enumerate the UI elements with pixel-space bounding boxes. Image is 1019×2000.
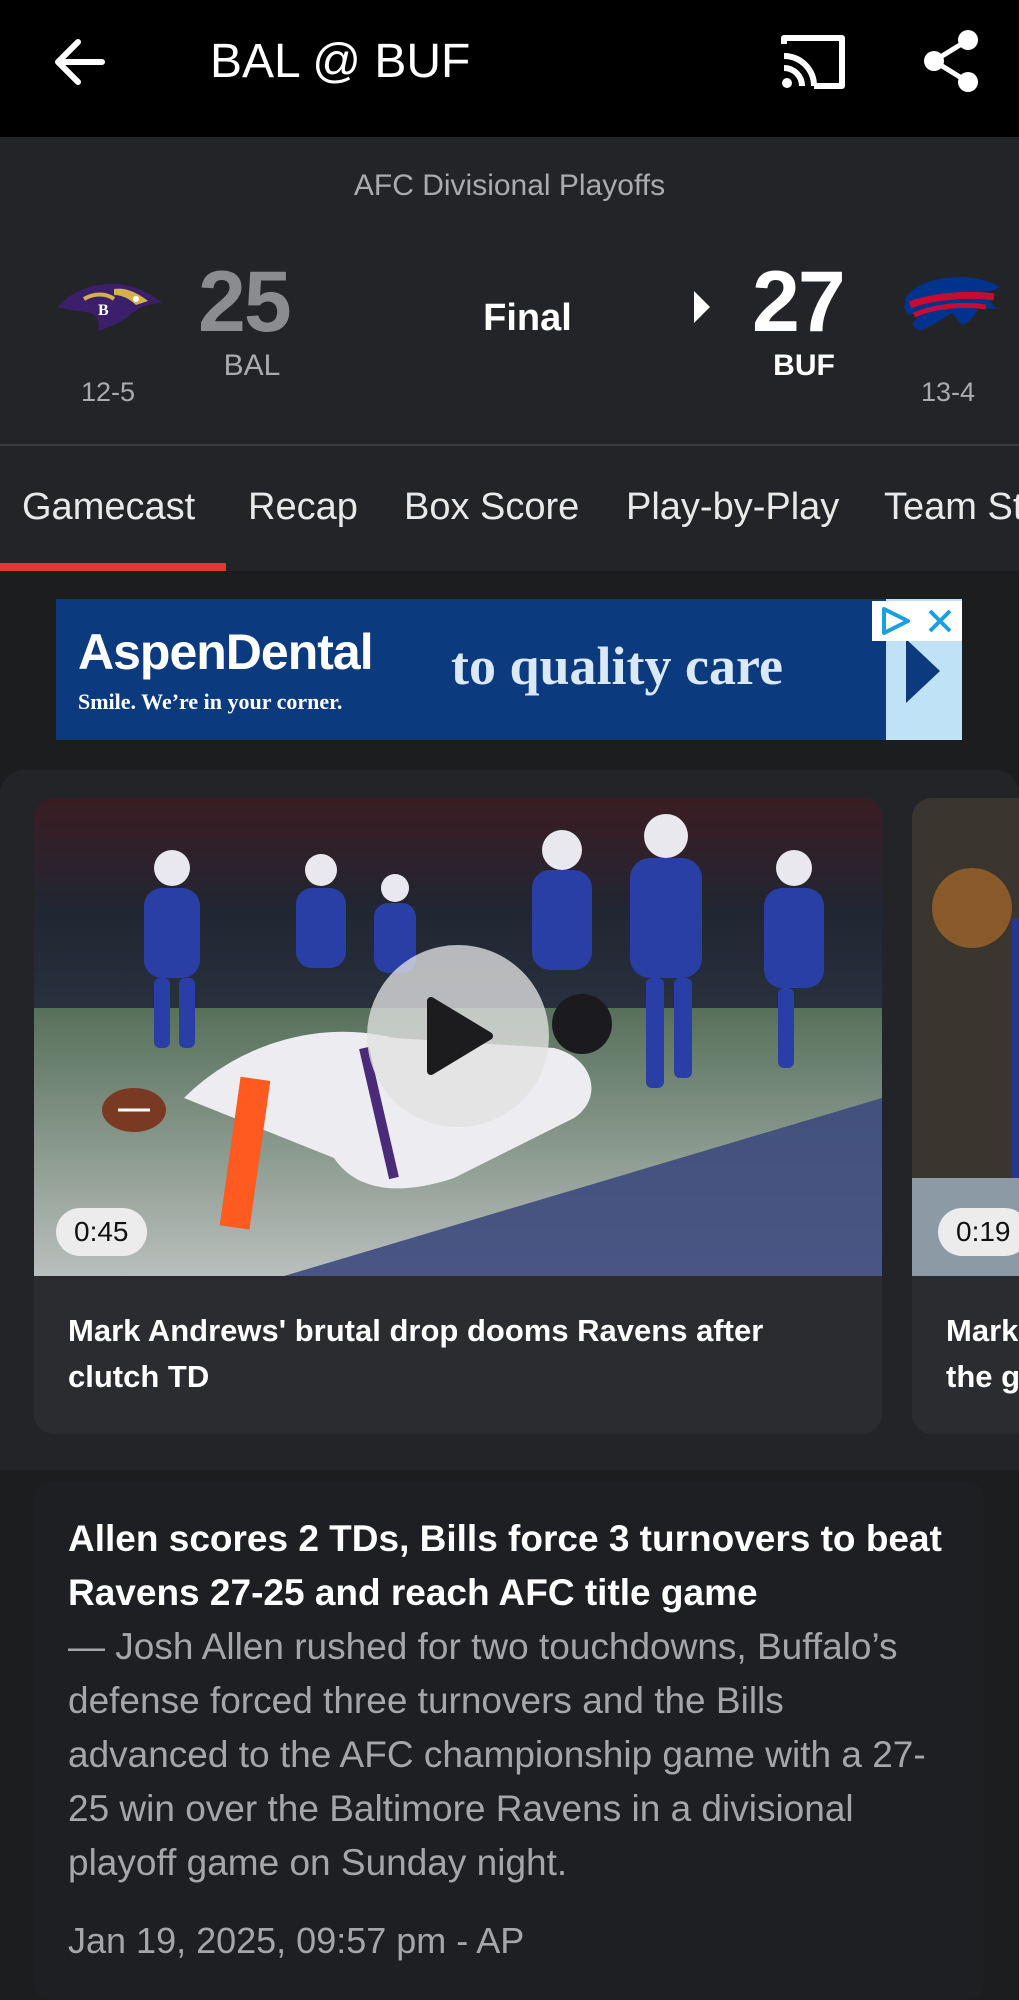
bills-logo[interactable] — [896, 269, 1004, 341]
tab-recap[interactable]: Recap — [248, 486, 358, 529]
tab-team-stats[interactable]: Team St — [884, 486, 1019, 529]
video-duration: 0:45 — [56, 1208, 147, 1256]
video-title-line: the g — [946, 1359, 1019, 1394]
ravens-logo[interactable]: B — [54, 277, 166, 337]
article-timestamp: Jan 19, 2025, 09:57 pm - AP — [68, 1920, 525, 1961]
away-abbr: BAL — [223, 349, 281, 382]
round-label: AFC Divisional Playoffs — [353, 169, 666, 202]
game-status: Final — [483, 297, 572, 339]
share-button[interactable] — [922, 28, 982, 94]
video-card[interactable]: 0:19 Mark the g — [912, 798, 1019, 1434]
recap-article[interactable]: Allen scores 2 TDs, Bills force 3 turnov… — [34, 1482, 984, 2000]
svg-text:B: B — [98, 302, 109, 319]
tab-gamecast[interactable]: Gamecast — [22, 486, 195, 529]
game-tabs: Gamecast Recap Box Score Play-by-Play Te… — [0, 446, 1019, 571]
top-app-bar: BAL @ BUF — [0, 0, 1019, 137]
tab-box-score[interactable]: Box Score — [404, 486, 579, 529]
page-title: BAL @ BUF — [210, 35, 471, 88]
scoreboard: AFC Divisional Playoffs B 25 BAL 12-5 Fi… — [0, 137, 1019, 446]
ad-brand: AspenDental — [78, 624, 374, 680]
video-title-line: Mark — [946, 1313, 1019, 1348]
play-button[interactable] — [367, 945, 549, 1127]
video-thumbnail[interactable] — [912, 798, 1019, 1276]
home-score: 27 — [752, 254, 846, 350]
cast-icon — [781, 35, 845, 89]
away-record: 12-5 — [80, 377, 136, 407]
away-score: 25 — [198, 254, 292, 350]
cast-button[interactable] — [778, 30, 848, 94]
winner-arrow-icon — [694, 291, 710, 323]
home-abbr: BUF — [773, 349, 835, 382]
tab-play-by-play[interactable]: Play-by-Play — [626, 486, 839, 529]
active-tab-indicator — [0, 563, 226, 571]
article-headline[interactable]: Allen scores 2 TDs, Bills force 3 turnov… — [68, 1512, 968, 1620]
play-icon — [427, 997, 493, 1075]
video-title[interactable]: Mark the g — [946, 1308, 1019, 1400]
ad-choices[interactable] — [872, 601, 962, 641]
arrow-left-icon — [55, 39, 105, 85]
adchoices-icon[interactable] — [874, 601, 918, 641]
video-title[interactable]: Mark Andrews' brutal drop dooms Ravens a… — [68, 1308, 848, 1400]
share-icon — [924, 30, 978, 92]
ad-banner[interactable]: AspenDental Smile. We’re in your corner.… — [56, 599, 962, 740]
video-card[interactable]: 0:45 Mark Andrews' brutal drop dooms Rav… — [34, 798, 882, 1434]
close-icon[interactable] — [920, 601, 960, 641]
home-record: 13-4 — [920, 377, 976, 407]
back-button[interactable] — [48, 30, 112, 94]
article-summary: — Josh Allen rushed for two touchdowns, … — [68, 1626, 926, 1883]
ad-tagline: Smile. We’re in your corner. — [78, 689, 343, 714]
video-duration: 0:19 — [938, 1208, 1019, 1256]
ad-headline: to quality care — [451, 636, 783, 696]
